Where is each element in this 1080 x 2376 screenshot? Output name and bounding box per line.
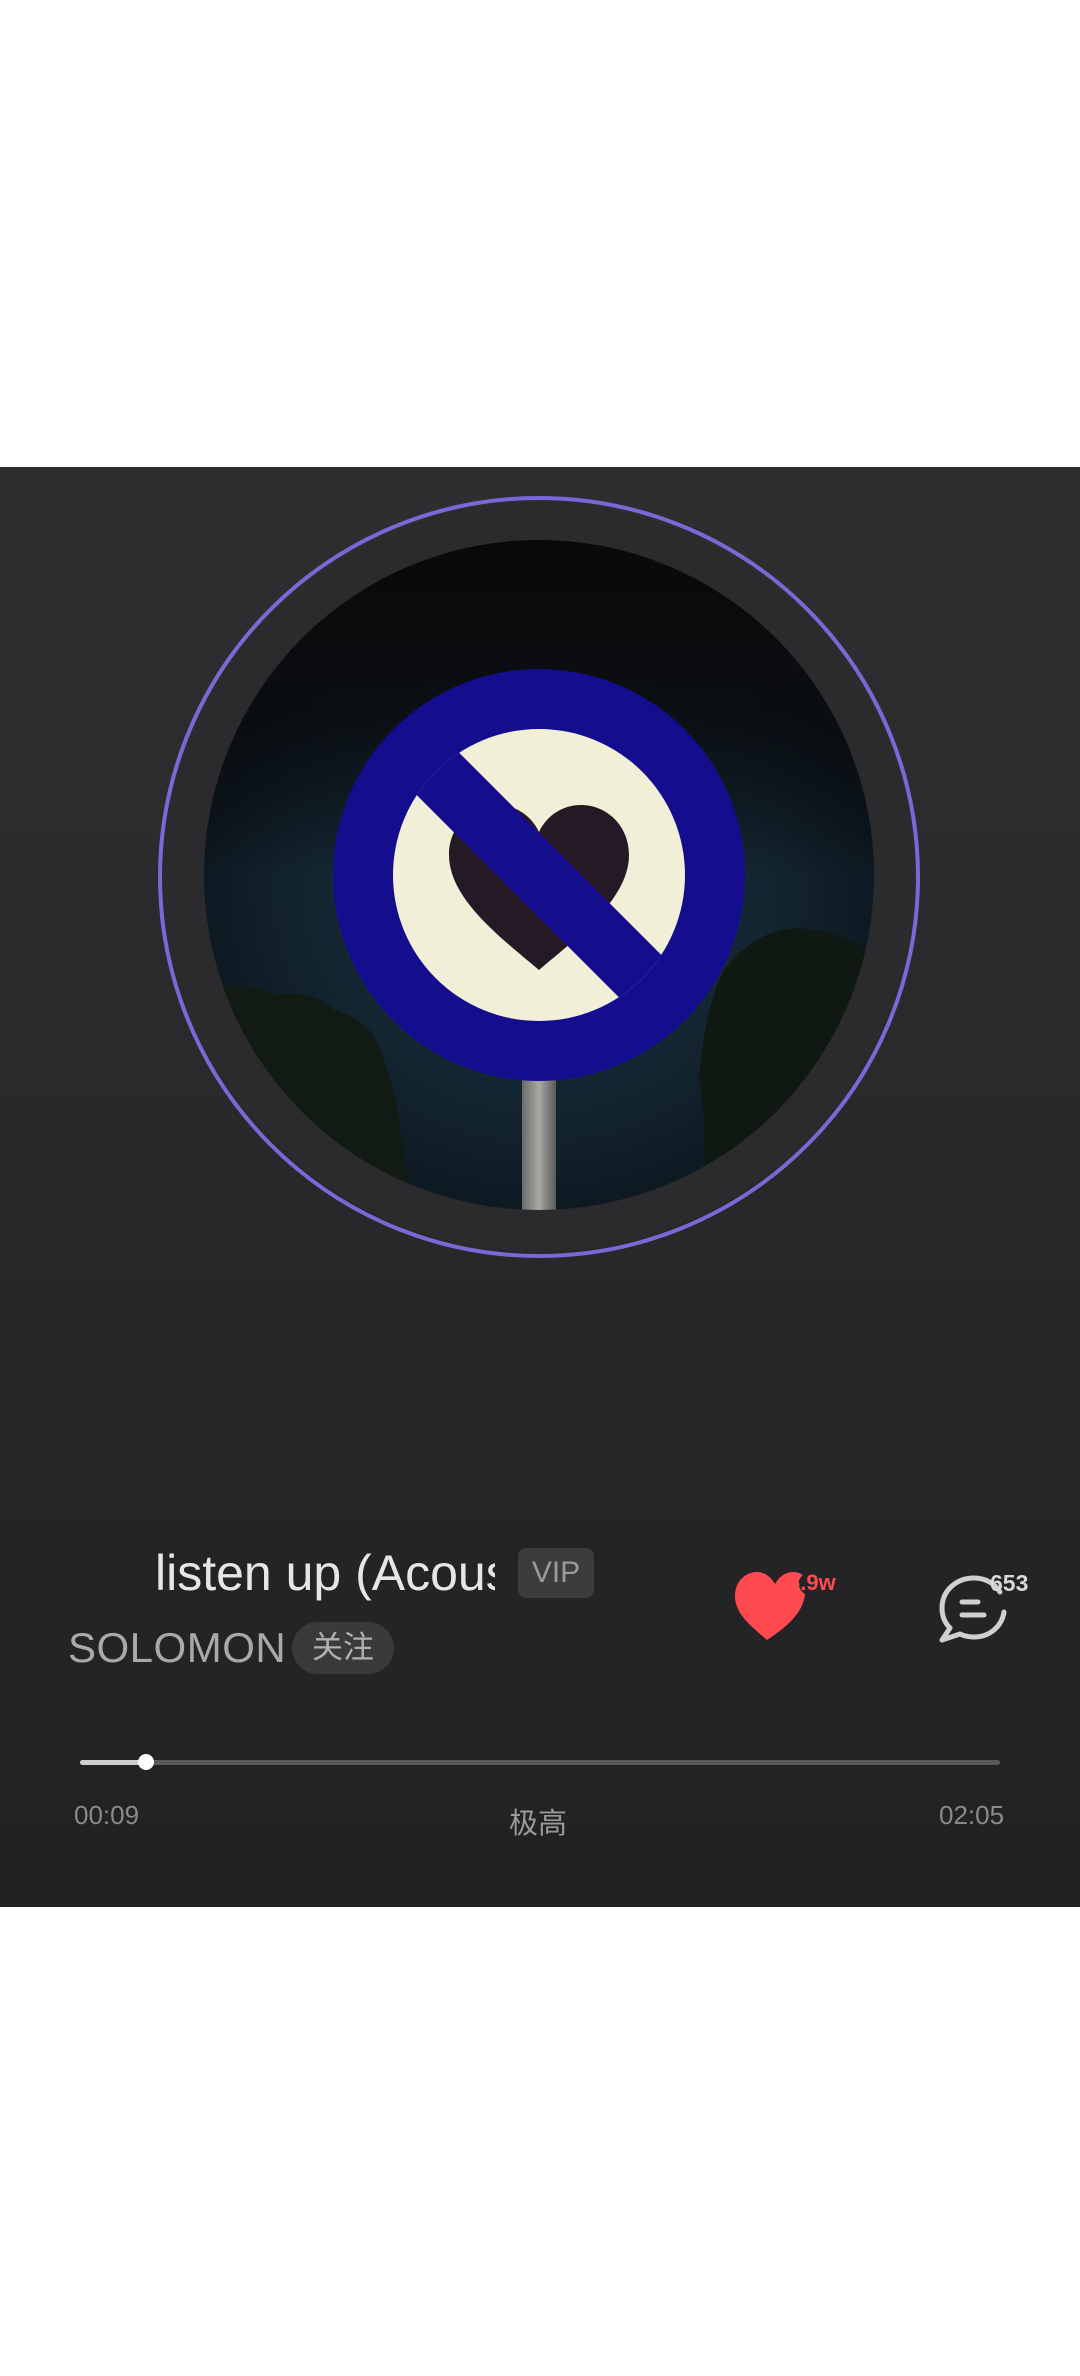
progress-bar[interactable]	[80, 1754, 1000, 1770]
like-count: 6.9w	[788, 1570, 836, 1595]
bottom-blank-area	[0, 1907, 1080, 2376]
vip-badge: VIP	[518, 1548, 594, 1598]
no-love-sign-image	[204, 540, 874, 1210]
top-blank-area	[0, 0, 1080, 467]
quality-selector[interactable]: 极高	[509, 1800, 567, 1842]
progress-fill	[80, 1760, 147, 1765]
comment-count: 653	[990, 1570, 1029, 1596]
music-player-screen: listen up (Acoustic) VIP SOLOMON 关注 6.9w…	[0, 0, 1080, 2376]
current-time: 00:09	[74, 1800, 140, 1830]
follow-button[interactable]: 关注	[292, 1622, 394, 1674]
song-title[interactable]: listen up (Acoustic)	[155, 1538, 495, 1608]
artist-name[interactable]: SOLOMON	[68, 1618, 286, 1678]
album-cover[interactable]	[204, 540, 874, 1210]
total-time: 02:05	[939, 1800, 1005, 1830]
